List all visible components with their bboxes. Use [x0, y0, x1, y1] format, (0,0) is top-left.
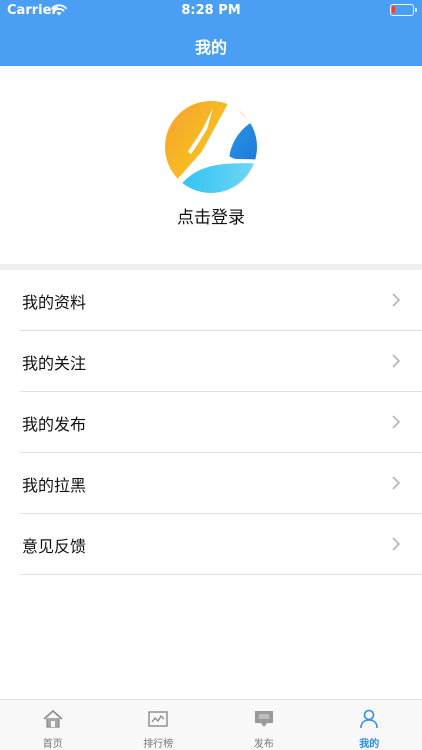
menu-item-profile-info[interactable]: 我的资料 — [20, 270, 422, 331]
menu-item-feedback[interactable]: 意见反馈 — [20, 514, 422, 575]
screen: Carrier 8:28 PM 我的 点击登录 我的资料 我的关注 我的发布 我… — [0, 0, 422, 750]
header: Carrier 8:28 PM 我的 — [0, 0, 422, 66]
tab-mine[interactable]: 我的 — [317, 700, 422, 750]
menu-item-blocked[interactable]: 我的拉黑 — [20, 453, 422, 514]
tab-label: 排行榜 — [143, 739, 174, 750]
status-bar: Carrier 8:28 PM — [0, 0, 422, 22]
menu-item-label: 我的资料 — [22, 293, 87, 312]
page-title: 我的 — [194, 38, 227, 57]
chart-icon — [148, 711, 168, 727]
menu-item-my-posts[interactable]: 我的发布 — [20, 392, 422, 453]
chevron-right-icon — [392, 354, 400, 368]
publish-icon — [254, 711, 273, 727]
battery-icon — [390, 4, 417, 16]
chevron-right-icon — [392, 476, 400, 490]
menu-item-label: 我的拉黑 — [22, 476, 87, 495]
menu-list: 我的资料 我的关注 我的发布 我的拉黑 意见反馈 — [0, 270, 422, 575]
home-icon — [43, 710, 63, 728]
status-time: 8:28 PM — [181, 3, 241, 18]
person-icon — [360, 709, 379, 729]
menu-item-following[interactable]: 我的关注 — [20, 331, 422, 392]
profile-section: 点击登录 — [0, 66, 422, 264]
tab-ranking[interactable]: 排行榜 — [106, 700, 212, 750]
tab-label: 我的 — [359, 739, 380, 750]
tab-publish[interactable]: 发布 — [211, 700, 317, 750]
avatar[interactable] — [165, 101, 257, 193]
tab-bar: 首页 排行榜 发布 我的 — [0, 699, 422, 750]
menu-item-label: 意见反馈 — [22, 537, 87, 556]
chevron-right-icon — [392, 537, 400, 551]
menu-item-label: 我的关注 — [22, 354, 87, 373]
chevron-right-icon — [392, 293, 400, 307]
tab-home[interactable]: 首页 — [0, 700, 106, 750]
tab-label: 发布 — [253, 739, 274, 750]
login-link[interactable]: 点击登录 — [0, 203, 422, 228]
tab-label: 首页 — [42, 739, 63, 750]
chevron-right-icon — [392, 415, 400, 429]
menu-item-label: 我的发布 — [22, 415, 87, 434]
